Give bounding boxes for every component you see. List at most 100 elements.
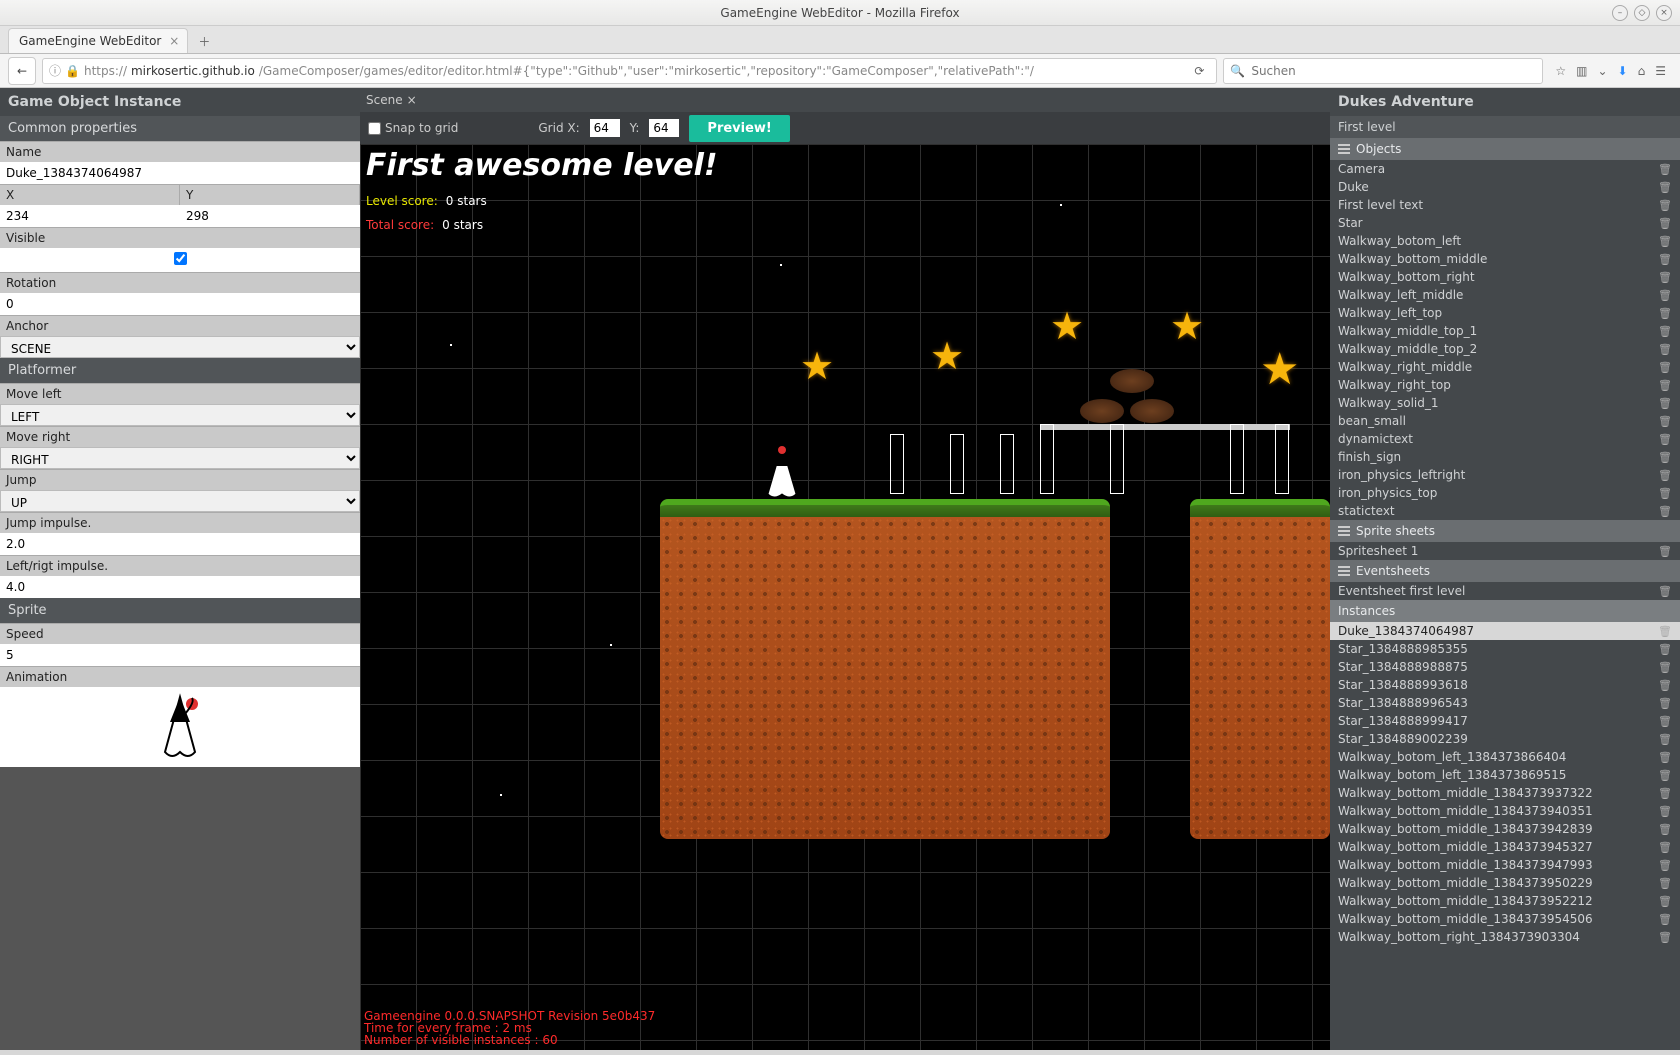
scene-tab[interactable]: Scene [366, 93, 403, 107]
delete-icon[interactable]: 🗑 [1658, 181, 1672, 194]
star-object[interactable]: ★ [1050, 304, 1084, 348]
sprites-header[interactable]: Sprite sheets [1330, 520, 1680, 542]
delete-icon[interactable]: 🗑 [1658, 469, 1672, 482]
delete-icon[interactable]: 🗑 [1658, 505, 1672, 518]
list-item[interactable]: Walkway_bottom_middle_1384373942839🗑 [1330, 820, 1680, 838]
browser-tab[interactable]: GameEngine WebEditor × [8, 28, 188, 53]
physics-box[interactable] [950, 434, 964, 494]
x-input[interactable] [0, 205, 180, 227]
reload-icon[interactable]: ⟳ [1188, 60, 1210, 82]
delete-icon[interactable]: 🗑 [1658, 217, 1672, 230]
delete-icon[interactable]: 🗑 [1658, 625, 1672, 638]
list-item[interactable]: Walkway_middle_top_1🗑 [1330, 322, 1680, 340]
star-object[interactable]: ★ [1260, 344, 1299, 395]
scene-canvas[interactable]: First awesome level! Level score:0 stars… [360, 144, 1330, 1050]
list-item[interactable]: bean_small🗑 [1330, 412, 1680, 430]
delete-icon[interactable]: 🗑 [1658, 859, 1672, 872]
menu-icon[interactable]: ☰ [1655, 64, 1666, 78]
back-button[interactable]: ← [8, 57, 36, 85]
snap-to-grid-control[interactable]: Snap to grid [368, 121, 458, 135]
delete-icon[interactable]: 🗑 [1658, 733, 1672, 746]
bookmark-icon[interactable]: ☆ [1555, 64, 1566, 78]
delete-icon[interactable]: 🗑 [1658, 643, 1672, 656]
physics-box[interactable] [1275, 424, 1289, 494]
list-item[interactable]: Walkway_bottom_middle_1384373950229🗑 [1330, 874, 1680, 892]
jump-impulse-input[interactable] [0, 533, 360, 555]
list-item[interactable]: Duke_1384374064987🗑 [1330, 622, 1680, 640]
name-input[interactable] [0, 162, 360, 184]
list-item[interactable]: Star_1384888985355🗑 [1330, 640, 1680, 658]
list-item[interactable]: Walkway_botom_left_1384373866404🗑 [1330, 748, 1680, 766]
list-item[interactable]: Walkway_right_middle🗑 [1330, 358, 1680, 376]
delete-icon[interactable]: 🗑 [1658, 199, 1672, 212]
list-item[interactable]: Walkway_solid_1🗑 [1330, 394, 1680, 412]
delete-icon[interactable]: 🗑 [1658, 361, 1672, 374]
move-right-select[interactable]: RIGHT [0, 447, 360, 469]
delete-icon[interactable]: 🗑 [1658, 545, 1672, 558]
iron-physics-top[interactable] [1040, 424, 1290, 430]
list-item[interactable]: statictext🗑 [1330, 502, 1680, 520]
delete-icon[interactable]: 🗑 [1658, 697, 1672, 710]
list-item[interactable]: dynamictext🗑 [1330, 430, 1680, 448]
scene-tab-close-icon[interactable]: × [407, 93, 417, 107]
bottom-scrollbar[interactable] [0, 1050, 1680, 1055]
delete-icon[interactable]: 🗑 [1658, 913, 1672, 926]
delete-icon[interactable]: 🗑 [1658, 325, 1672, 338]
list-item[interactable]: iron_physics_top🗑 [1330, 484, 1680, 502]
delete-icon[interactable]: 🗑 [1658, 487, 1672, 500]
delete-icon[interactable]: 🗑 [1658, 585, 1672, 598]
list-item[interactable]: Star_1384889002239🗑 [1330, 730, 1680, 748]
instances-header[interactable]: Instances [1330, 600, 1680, 622]
delete-icon[interactable]: 🗑 [1658, 823, 1672, 836]
jump-select[interactable]: UP [0, 490, 360, 512]
lr-impulse-input[interactable] [0, 576, 360, 598]
delete-icon[interactable]: 🗑 [1658, 451, 1672, 464]
delete-icon[interactable]: 🗑 [1658, 253, 1672, 266]
list-item[interactable]: iron_physics_leftright🗑 [1330, 466, 1680, 484]
delete-icon[interactable]: 🗑 [1658, 877, 1672, 890]
delete-icon[interactable]: 🗑 [1658, 895, 1672, 908]
list-item[interactable]: Walkway_bottom_middle_1384373952212🗑 [1330, 892, 1680, 910]
star-object[interactable]: ★ [930, 334, 964, 378]
search-input[interactable] [1251, 64, 1536, 78]
physics-box[interactable] [1000, 434, 1014, 494]
preview-button[interactable]: Preview! [689, 115, 789, 142]
delete-icon[interactable]: 🗑 [1658, 841, 1672, 854]
list-item[interactable]: Walkway_bottom_right🗑 [1330, 268, 1680, 286]
bean-object[interactable] [1080, 399, 1124, 423]
delete-icon[interactable]: 🗑 [1658, 805, 1672, 818]
list-item[interactable]: Duke🗑 [1330, 178, 1680, 196]
duke-object[interactable] [760, 444, 804, 503]
speed-input[interactable] [0, 644, 360, 666]
delete-icon[interactable]: 🗑 [1658, 397, 1672, 410]
delete-icon[interactable]: 🗑 [1658, 931, 1672, 944]
list-item[interactable]: Walkway_bottom_middle_1384373937322🗑 [1330, 784, 1680, 802]
anchor-select[interactable]: SCENE [0, 336, 360, 358]
physics-box[interactable] [1110, 424, 1124, 494]
delete-icon[interactable]: 🗑 [1658, 307, 1672, 320]
delete-icon[interactable]: 🗑 [1658, 679, 1672, 692]
objects-header[interactable]: Objects [1330, 138, 1680, 160]
list-item[interactable]: Walkway_bottom_middle_1384373947993🗑 [1330, 856, 1680, 874]
list-item[interactable]: Eventsheet first level🗑 [1330, 582, 1680, 600]
list-item[interactable]: Walkway_bottom_right_1384373903304🗑 [1330, 928, 1680, 946]
list-item[interactable]: Star_1384888996543🗑 [1330, 694, 1680, 712]
star-object[interactable]: ★ [1170, 304, 1204, 348]
physics-box[interactable] [1230, 424, 1244, 494]
delete-icon[interactable]: 🗑 [1658, 751, 1672, 764]
gridx-input[interactable] [590, 119, 620, 137]
address-bar[interactable]: ⓘ 🔒 https://mirkosertic.github.io/GameCo… [42, 58, 1217, 84]
list-item[interactable]: Camera🗑 [1330, 160, 1680, 178]
info-icon[interactable]: ⓘ [49, 62, 61, 79]
list-item[interactable]: Walkway_bottom_middle_1384373954506🗑 [1330, 910, 1680, 928]
list-item[interactable]: Star_1384888993618🗑 [1330, 676, 1680, 694]
list-item[interactable]: Walkway_left_top🗑 [1330, 304, 1680, 322]
y-input[interactable] [180, 205, 360, 227]
walkway-ground[interactable] [660, 499, 1110, 839]
physics-box[interactable] [1040, 424, 1054, 494]
bean-object[interactable] [1110, 369, 1154, 393]
list-item[interactable]: Spritesheet 1🗑 [1330, 542, 1680, 560]
downloads-icon[interactable]: ⬇ [1618, 64, 1628, 78]
visible-checkbox[interactable] [174, 252, 187, 265]
physics-box[interactable] [890, 434, 904, 494]
